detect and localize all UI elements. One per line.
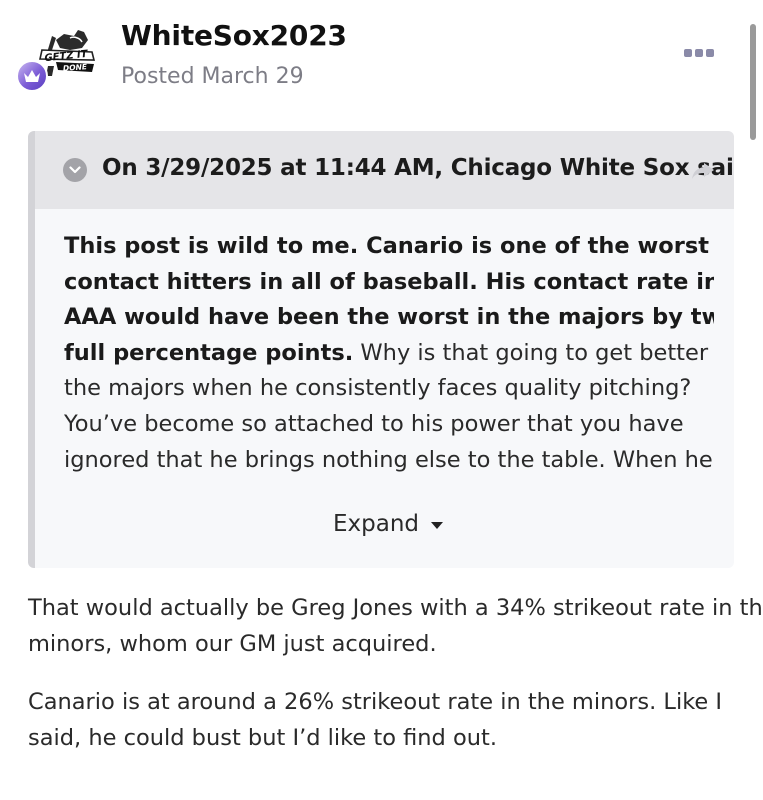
text-line: minors, whom our GM just acquired. bbox=[28, 631, 437, 657]
text-line: Canario is at around a 26% strikeout rat… bbox=[28, 689, 723, 715]
forum-post: GETZ IT DONE WhiteSox2023 Posted March 2… bbox=[0, 0, 763, 800]
post-body: That would actually be Greg Jones with a… bbox=[28, 590, 763, 756]
quote-line: contact hitters in all of baseball. His … bbox=[64, 268, 714, 295]
expand-button[interactable]: Expand bbox=[333, 511, 444, 537]
quote-line: This post is wild to me. Canario is one … bbox=[64, 233, 710, 259]
crown-icon bbox=[24, 70, 40, 82]
quote-line: ignored that he brings nothing else to t… bbox=[64, 446, 713, 473]
post-date[interactable]: Posted March 29 bbox=[121, 64, 304, 89]
quote-text: This post is wild to me. Canario is one … bbox=[64, 229, 714, 475]
text-line: That would actually be Greg Jones with a… bbox=[28, 595, 763, 621]
author-name[interactable]: WhiteSox2023 bbox=[121, 19, 347, 52]
quote-line: full percentage points. Why is that goin… bbox=[64, 339, 714, 366]
expand-label: Expand bbox=[333, 511, 420, 537]
avatar[interactable]: GETZ IT DONE bbox=[16, 26, 100, 96]
dot-icon bbox=[684, 49, 692, 57]
paragraph: That would actually be Greg Jones with a… bbox=[28, 590, 763, 662]
caret-down-icon bbox=[431, 521, 444, 529]
share-arrow-icon[interactable] bbox=[690, 161, 716, 181]
quote-line: the majors when he consistently faces qu… bbox=[64, 375, 692, 402]
text-line: said, he could bust but I’d like to find… bbox=[28, 725, 497, 751]
dot-icon bbox=[706, 49, 714, 57]
rank-badge-icon bbox=[16, 60, 48, 92]
dot-icon bbox=[695, 49, 703, 57]
quote-line: AAA would have been the worst in the maj… bbox=[64, 304, 714, 331]
quote-block: On 3/29/2025 at 11:44 AM, Chicago White … bbox=[28, 131, 734, 568]
svg-text:DONE: DONE bbox=[63, 62, 88, 73]
scrollbar[interactable] bbox=[750, 24, 756, 140]
paragraph: Canario is at around a 26% strikeout rat… bbox=[28, 684, 743, 756]
quote-citation[interactable]: On 3/29/2025 at 11:44 AM, Chicago White … bbox=[102, 155, 734, 181]
quote-header: On 3/29/2025 at 11:44 AM, Chicago White … bbox=[35, 131, 734, 209]
chevron-down-icon[interactable] bbox=[63, 158, 87, 182]
more-options-button[interactable] bbox=[682, 44, 716, 62]
quote-line: You’ve become so attached to his power t… bbox=[64, 410, 684, 437]
